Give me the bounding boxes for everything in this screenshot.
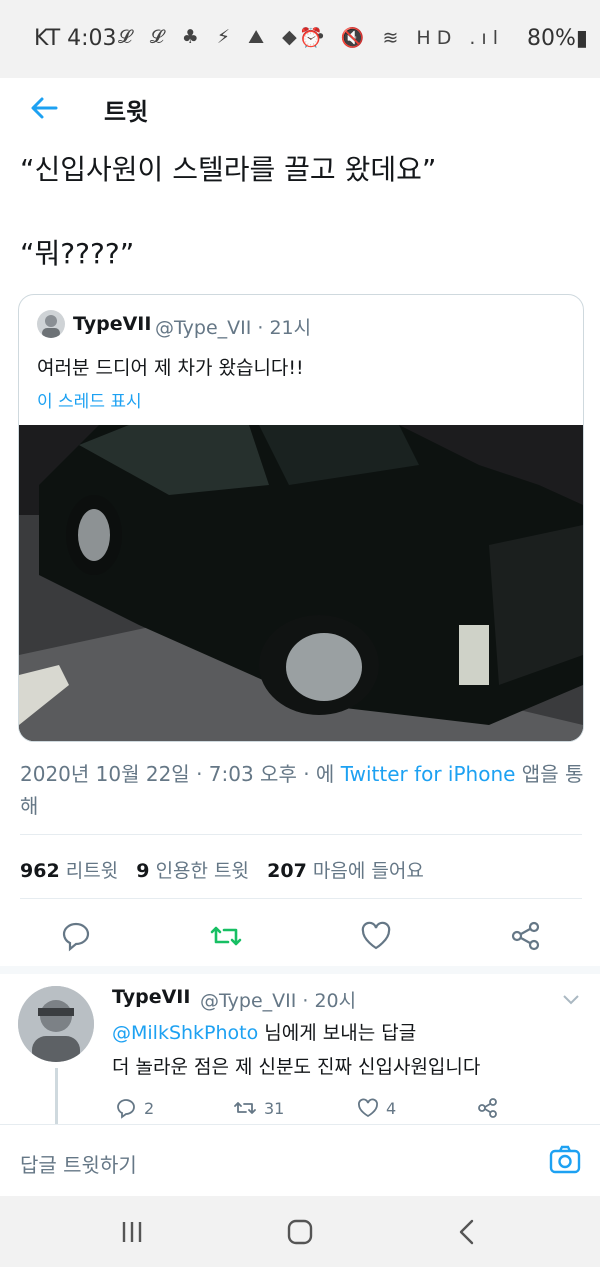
retweet-count: 31: [264, 1098, 285, 1118]
retweet-icon: [234, 1102, 256, 1114]
tweet-text-line-2: “뭐????”: [20, 237, 135, 270]
reply-share-action[interactable]: [476, 1096, 500, 1120]
chevron-down-icon[interactable]: [560, 988, 582, 1010]
carrier-time: KT 4:03: [34, 26, 117, 51]
like-heart-icon[interactable]: [356, 916, 396, 956]
like-stat[interactable]: 207 마음에 들어요: [267, 860, 424, 882]
tweet-text-line-1: “신입사원이 스텔라를 끌고 왔데요”: [20, 153, 437, 186]
share-icon: [478, 1098, 497, 1118]
recent-apps-icon[interactable]: [112, 1214, 152, 1250]
camera-icon[interactable]: [548, 1143, 582, 1177]
page-title: 트윗: [104, 98, 149, 126]
compose-placeholder[interactable]: 답글 트윗하기: [20, 1149, 137, 1178]
car-photo[interactable]: [19, 425, 583, 741]
divider: [20, 834, 582, 835]
tweet-timestamp: 2020년 10월 22일 · 7:03 오후 · 에 Twitter for …: [20, 758, 585, 822]
battery-level: 80%▮: [526, 26, 588, 51]
tweet-stats: 962 리트윗 9 인용한 트윗 207 마음에 들어요: [20, 856, 424, 883]
navigation-bar: [0, 1196, 600, 1267]
status-bar: KT 4:03 𝓛 𝓛 ♣ ⚡ ⛰ ◆ • ⏰ 🔇 ≋ HD .ıl 80%▮: [0, 0, 600, 78]
replying-to-user-link[interactable]: @MilkShkPhoto: [112, 1022, 258, 1044]
reply-author-name[interactable]: TypeVII: [112, 986, 190, 1008]
back-arrow-icon[interactable]: [28, 92, 60, 124]
back-nav-icon[interactable]: [448, 1214, 488, 1250]
like-count: 4: [386, 1098, 397, 1118]
replying-to-suffix: 님에게 보내는 답글: [258, 1022, 417, 1044]
replying-to: @MilkShkPhoto 님에게 보내는 답글: [112, 1018, 416, 1045]
reply-count: 2: [144, 1098, 155, 1118]
divider: [20, 898, 582, 899]
quoted-tweet-text: 여러분 드디어 제 차가 왔습니다!!: [37, 357, 304, 379]
reply-retweet-action[interactable]: 31: [232, 1096, 284, 1120]
quoted-avatar[interactable]: [37, 310, 65, 338]
thread-line: [55, 1068, 58, 1124]
tweet-date: 2020년 10월 22일 · 7:03 오후 · 에: [20, 762, 341, 786]
tweet-source-link[interactable]: Twitter for iPhone: [341, 762, 516, 786]
retweet-stat[interactable]: 962 리트윗: [20, 860, 118, 882]
reply-icon[interactable]: [56, 916, 96, 956]
like-heart-icon: [358, 1098, 378, 1118]
quoted-author-handle: @Type_VII · 21시: [155, 317, 312, 339]
reply-like-action[interactable]: 4: [356, 1096, 396, 1120]
top-header: 트윗: [0, 78, 600, 140]
system-icons: ⏰ 🔇 ≋ HD .ıl: [299, 27, 504, 49]
share-icon[interactable]: [506, 916, 546, 956]
quoted-tweet-card[interactable]: TypeVII @Type_VII · 21시 여러분 드디어 제 차가 왔습니…: [18, 294, 584, 742]
reply-author-handle: @Type_VII · 20시: [200, 990, 357, 1012]
reply-avatar[interactable]: [18, 986, 94, 1062]
reply-text: 더 놀라운 점은 제 신분도 진짜 신입사원입니다: [112, 1056, 481, 1078]
quote-stat[interactable]: 9 인용한 트윗: [136, 860, 249, 882]
show-thread-link[interactable]: 이 스레드 표시: [37, 387, 142, 412]
reply-icon: [117, 1099, 135, 1119]
reply-compose-bar[interactable]: 답글 트윗하기: [0, 1124, 600, 1197]
reply-reply-action[interactable]: 2: [114, 1096, 154, 1120]
section-separator: [0, 966, 600, 974]
quoted-author-name[interactable]: TypeVII: [73, 313, 151, 335]
home-icon[interactable]: [280, 1214, 320, 1250]
retweet-icon[interactable]: [206, 916, 246, 956]
